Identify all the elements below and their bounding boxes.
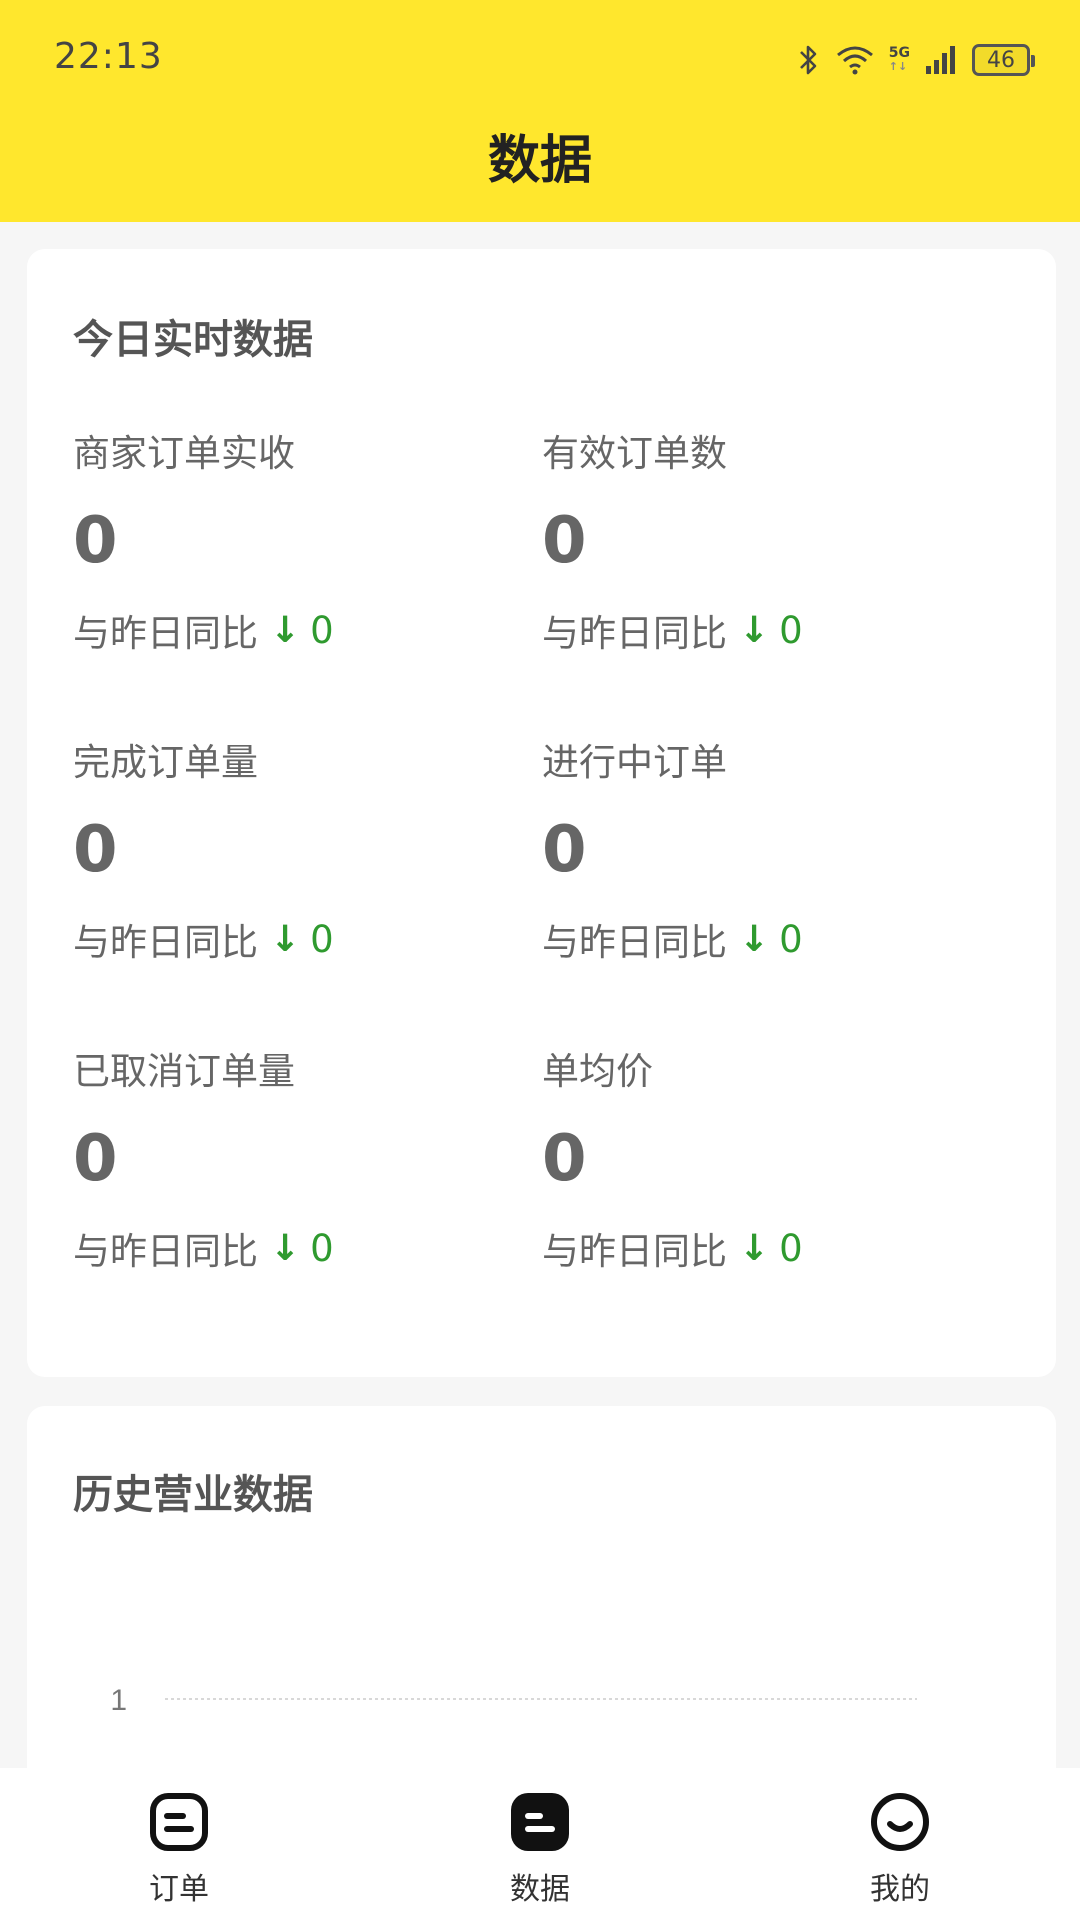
metric-value: 0 [73, 813, 118, 887]
today-data-card: 今日实时数据 商家订单实收 0 与昨日同比 ↓ 0 有效订单数 0 与昨日同比 … [27, 249, 1056, 1377]
arrow-down-icon: ↓ [270, 609, 301, 651]
compare-delta: 0 [310, 917, 334, 961]
compare-label: 与昨日同比 [542, 921, 727, 964]
compare-delta: 0 [779, 1226, 803, 1270]
data-icon [511, 1793, 569, 1851]
metric-compare: 与昨日同比 ↓ 0 [73, 603, 533, 657]
metric-label: 已取消订单量 [73, 1050, 295, 1093]
compare-label: 与昨日同比 [73, 1230, 258, 1273]
compare-label: 与昨日同比 [73, 612, 258, 655]
status-icons: 5G ↑↓ 46 [797, 40, 1035, 80]
app-header: 22:13 5G ↑↓ 46 数据 [0, 0, 1080, 222]
metric-completed-orders: 完成订单量 0 与昨日同比 ↓ 0 [73, 732, 533, 966]
compare-label: 与昨日同比 [73, 921, 258, 964]
compare-delta: 0 [779, 608, 803, 652]
metric-value: 0 [542, 504, 587, 578]
arrow-down-icon: ↓ [270, 1227, 301, 1269]
network-arrows-icon: ↑↓ [888, 60, 908, 73]
metric-compare: 与昨日同比 ↓ 0 [542, 1221, 1002, 1275]
tab-label: 订单 [149, 1872, 209, 1907]
metric-value: 0 [542, 813, 587, 887]
metric-value: 0 [73, 504, 118, 578]
tab-label: 我的 [870, 1872, 930, 1907]
tab-data[interactable]: 数据 [450, 1792, 630, 1908]
network-type: 5G ↑↓ [889, 46, 910, 74]
bluetooth-icon [799, 45, 817, 75]
compare-delta: 0 [779, 917, 803, 961]
bottom-tab-bar: 订单 数据 我的 [0, 1768, 1080, 1920]
metric-label: 有效订单数 [542, 432, 727, 475]
metric-compare: 与昨日同比 ↓ 0 [73, 912, 533, 966]
y-tick-label: 1 [110, 1684, 127, 1717]
metric-compare: 与昨日同比 ↓ 0 [542, 912, 1002, 966]
metric-value: 0 [73, 1122, 118, 1196]
signal-icon [926, 46, 955, 74]
compare-label: 与昨日同比 [542, 612, 727, 655]
metric-compare: 与昨日同比 ↓ 0 [73, 1221, 533, 1275]
page-title: 数据 [487, 131, 592, 191]
metric-merchant-income: 商家订单实收 0 与昨日同比 ↓ 0 [73, 423, 533, 657]
metric-avg-order-price: 单均价 0 与昨日同比 ↓ 0 [542, 1041, 1002, 1275]
arrow-down-icon: ↓ [739, 1227, 770, 1269]
arrow-down-icon: ↓ [739, 609, 770, 651]
metric-label: 完成订单量 [73, 741, 258, 784]
metric-label: 单均价 [542, 1050, 653, 1093]
profile-icon [871, 1793, 929, 1851]
metric-value: 0 [542, 1122, 587, 1196]
arrow-down-icon: ↓ [739, 918, 770, 960]
battery-level: 46 [987, 47, 1015, 73]
metric-cancelled-orders: 已取消订单量 0 与昨日同比 ↓ 0 [73, 1041, 533, 1275]
metric-label: 进行中订单 [542, 741, 727, 784]
battery-icon: 46 [972, 44, 1035, 76]
tab-orders[interactable]: 订单 [89, 1792, 269, 1908]
compare-delta: 0 [310, 608, 334, 652]
order-icon [150, 1793, 208, 1851]
metric-valid-orders: 有效订单数 0 与昨日同比 ↓ 0 [542, 423, 1002, 657]
today-card-title: 今日实时数据 [73, 317, 313, 363]
tab-label: 数据 [510, 1872, 570, 1907]
metric-in-progress-orders: 进行中订单 0 与昨日同比 ↓ 0 [542, 732, 1002, 966]
arrow-down-icon: ↓ [270, 918, 301, 960]
compare-label: 与昨日同比 [542, 1230, 727, 1273]
network-label: 5G [888, 45, 910, 61]
tab-profile[interactable]: 我的 [810, 1792, 990, 1908]
wifi-icon [836, 46, 873, 75]
metric-label: 商家订单实收 [73, 432, 295, 475]
metric-compare: 与昨日同比 ↓ 0 [542, 603, 1002, 657]
compare-delta: 0 [310, 1226, 334, 1270]
status-time: 22:13 [54, 36, 163, 77]
